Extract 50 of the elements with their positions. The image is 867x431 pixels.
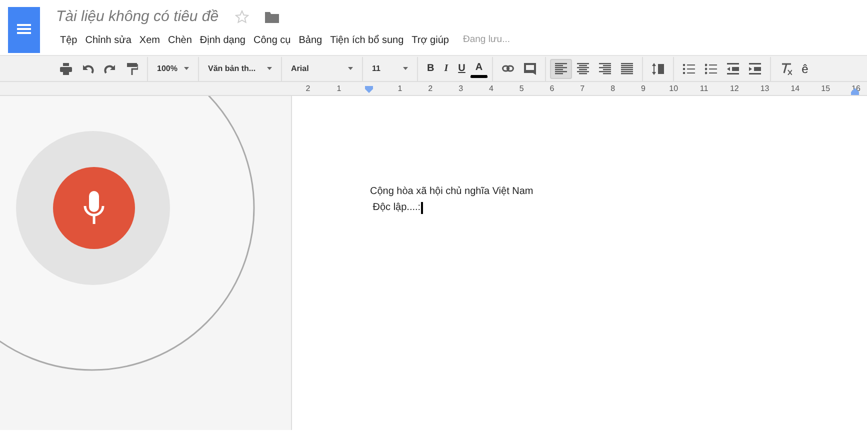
docs-logo-icon[interactable] — [8, 7, 40, 53]
menu-item[interactable]: Tệp — [56, 31, 82, 50]
ruler-number: 1 — [398, 83, 402, 95]
text-cursor — [420, 202, 423, 214]
ruler-number: 10 — [669, 83, 678, 95]
ruler-number: 12 — [730, 83, 739, 95]
align-left-icon[interactable] — [550, 58, 572, 78]
caret-icon — [267, 67, 272, 70]
menu-item[interactable]: Tiện ích bổ sung — [326, 31, 408, 50]
style-dropdown[interactable]: Văn bản th... — [203, 58, 277, 78]
body-text: Cộng hòa xã hội chủ nghĩa Việt Nam — [370, 185, 534, 199]
folder-icon[interactable] — [264, 11, 279, 23]
star-icon[interactable] — [234, 10, 249, 24]
body-text: Độc lập....: — [372, 201, 421, 215]
underline-button[interactable]: U — [453, 58, 470, 78]
italic-button[interactable]: I — [439, 58, 454, 78]
font-dropdown[interactable]: Arial — [286, 58, 358, 78]
ruler-number: 3 — [458, 83, 464, 95]
zoom-dropdown[interactable]: 100% — [152, 58, 194, 78]
ruler-number: 13 — [760, 83, 770, 95]
ruler-number: 7 — [580, 83, 585, 95]
ruler-number: 5 — [519, 83, 524, 95]
document-title[interactable]: Tài liệu không có tiêu đề — [56, 7, 219, 27]
bold-button[interactable]: B — [422, 58, 440, 78]
menu-item[interactable]: Định dạng — [196, 31, 250, 50]
ruler-number: 4 — [488, 83, 494, 95]
input-tools-button[interactable]: ê — [796, 58, 814, 78]
ruler-number: 9 — [640, 83, 646, 95]
text-color-button[interactable]: A — [470, 60, 488, 78]
ruler-number: 2 — [428, 83, 433, 95]
ruler-number: 2 — [306, 83, 310, 95]
menu-item[interactable]: Bảng — [294, 31, 326, 50]
caret-icon — [184, 67, 189, 70]
ruler-number: 14 — [790, 83, 800, 95]
ruler-number: 11 — [700, 83, 708, 95]
menu-item[interactable]: Chỉnh sửa — [81, 31, 136, 50]
microphone-icon — [83, 191, 105, 225]
menu-item[interactable]: Chèn — [164, 31, 196, 50]
caret-icon — [403, 67, 408, 70]
ruler-number: 6 — [550, 83, 554, 95]
menu-item[interactable]: Công cụ — [249, 31, 295, 50]
ruler-number: 8 — [610, 83, 616, 95]
caret-icon — [348, 67, 353, 70]
ruler-number: 15 — [821, 83, 830, 95]
menu-item[interactable]: Trợ giúp — [408, 31, 453, 50]
save-status: Đang lưu... — [462, 33, 510, 48]
ruler-number: 1 — [336, 83, 342, 95]
font-size-dropdown[interactable]: 11 — [367, 58, 413, 78]
menu-item[interactable]: Xem — [135, 31, 164, 50]
indent-marker-icon[interactable] — [365, 86, 373, 93]
